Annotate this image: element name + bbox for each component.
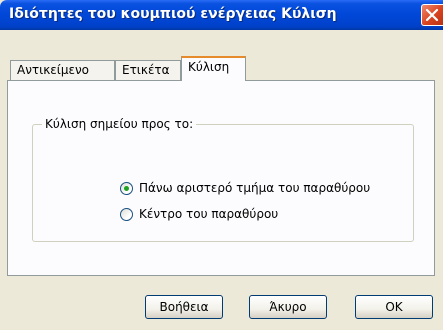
help-button[interactable]: Βοήθεια bbox=[145, 295, 223, 319]
dialog-window: Ιδιότητες του κουμπιού ενέργειας Κύλιση … bbox=[0, 0, 443, 330]
radio-label-top-left: Πάνω αριστερό τμήμα του παραθύρου bbox=[139, 181, 371, 195]
tab-object[interactable]: Αντικείμενο bbox=[10, 60, 115, 80]
close-button[interactable] bbox=[421, 4, 443, 26]
tab-object-label: Αντικείμενο bbox=[17, 63, 89, 77]
radio-button-center[interactable] bbox=[120, 208, 133, 221]
close-icon bbox=[425, 8, 439, 22]
tab-label[interactable]: Ετικέτα bbox=[115, 60, 181, 80]
radio-selected-dot bbox=[124, 186, 129, 191]
title-bar[interactable]: Ιδιότητες του κουμπιού ενέργειας Κύλιση bbox=[0, 0, 443, 30]
ok-button[interactable]: OK bbox=[355, 295, 433, 319]
group-legend: Κύλιση σημείου προς το: bbox=[42, 117, 197, 131]
cancel-button[interactable]: Άκυρο bbox=[249, 295, 327, 319]
window-title: Ιδιότητες του κουμπιού ενέργειας Κύλιση bbox=[9, 6, 337, 22]
tab-label-label: Ετικέτα bbox=[122, 63, 170, 77]
radio-button-top-left[interactable] bbox=[120, 182, 133, 195]
tab-scroll-label: Κύλιση bbox=[188, 60, 230, 74]
tab-scroll[interactable]: Κύλιση bbox=[181, 56, 246, 81]
radio-label-center: Κέντρο του παραθύρου bbox=[139, 207, 279, 221]
